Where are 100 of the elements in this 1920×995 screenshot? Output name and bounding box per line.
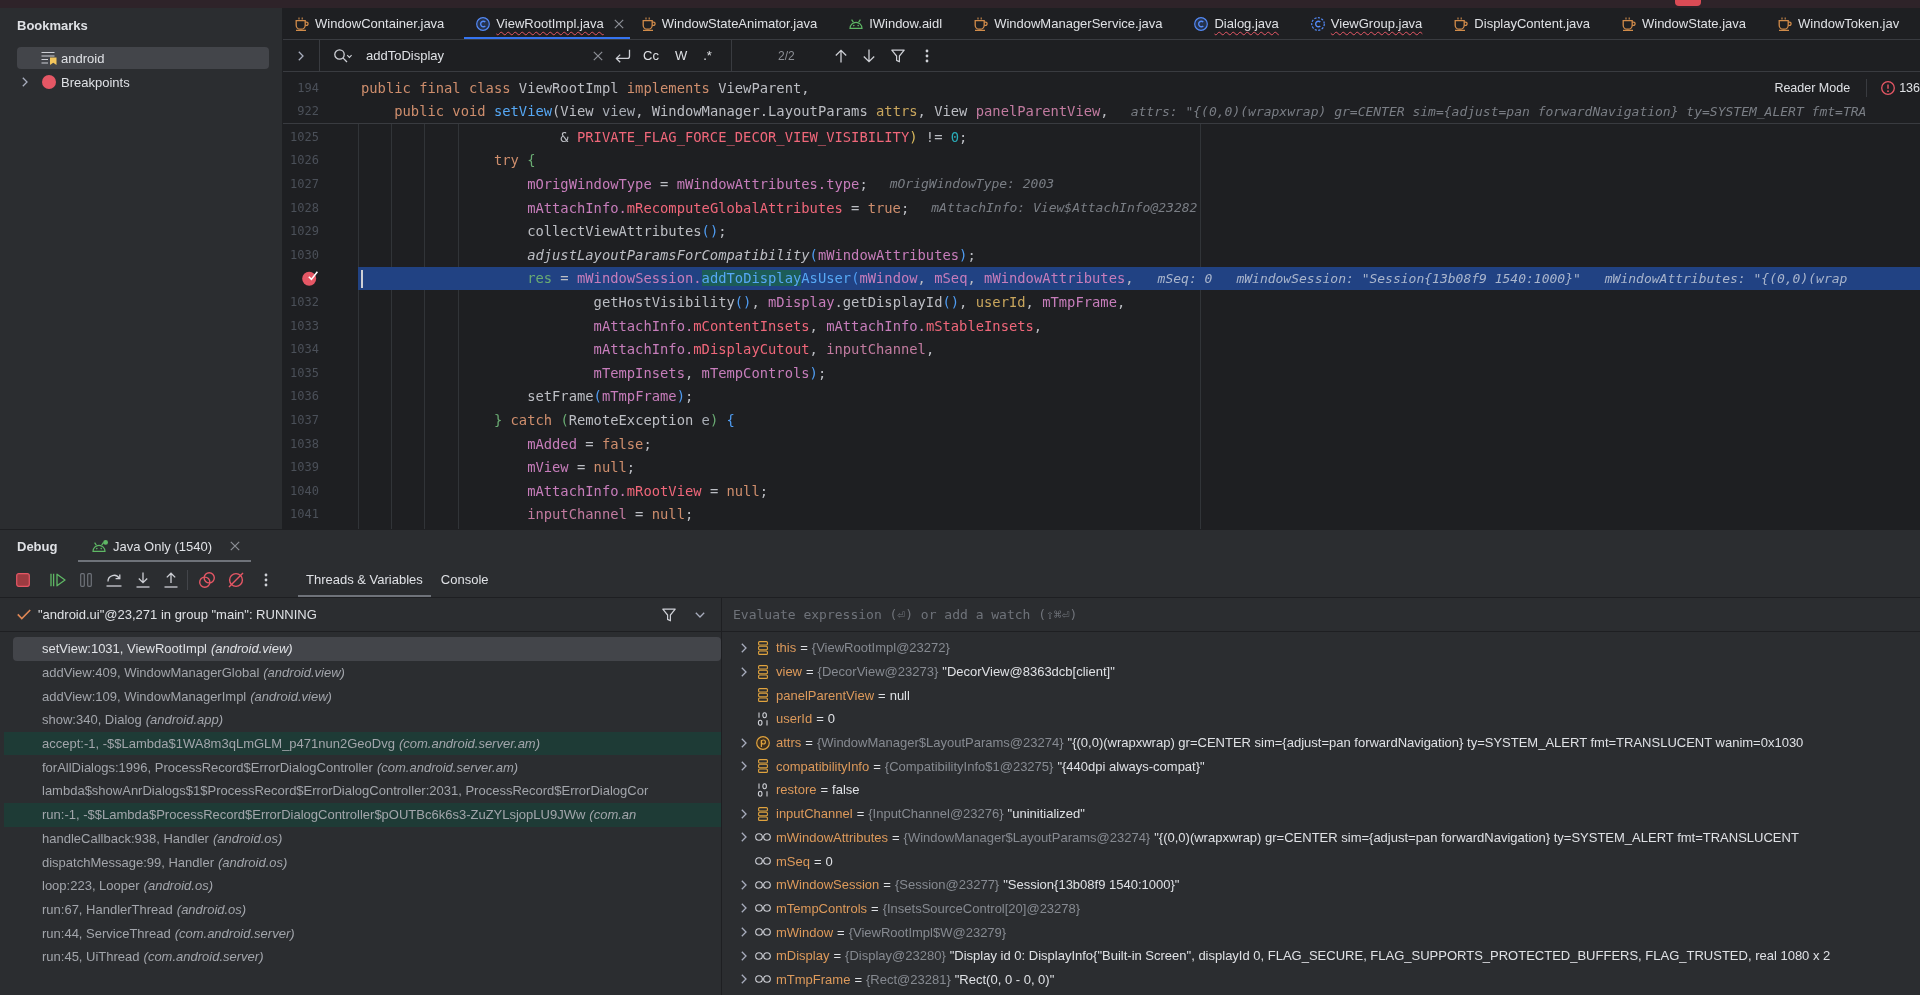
stop-icon[interactable]	[16, 572, 30, 587]
stack-frame[interactable]: accept:-1, -$$Lambda$1WA8m3qLmGLM_p471nun2GeoDvg (com.android.server.am)	[4, 731, 721, 756]
editor-tab[interactable]: Dialog.java	[1182, 8, 1299, 39]
inlay-hint: mWindowAttributes: "{(0,0)(wrap	[1604, 270, 1848, 286]
stack-frame[interactable]: handleCallback:938, Handler (android.os)	[4, 826, 721, 851]
variable-text[interactable]: mDisplay = {Display@23280} "Display id 0: DisplayInfo{"Built-in Screen", displayId 0, FLAG_SECURE, FLAG_SUPPORTS_PROTECTED_BUFFERS, FLAG_TRUSTED, real 1080 x 2	[776, 948, 1831, 964]
tree-item[interactable]: android	[17, 47, 269, 69]
play-icon[interactable]	[50, 572, 66, 587]
chevron-right-icon[interactable]	[741, 761, 747, 772]
code-line: inputChannel = null;	[526, 506, 694, 523]
chevron-right-icon[interactable]	[741, 927, 747, 938]
pause-icon[interactable]	[80, 572, 92, 587]
code-line: mView = null;	[526, 459, 636, 476]
editor-tab[interactable]: ViewGroup.java	[1298, 8, 1443, 39]
thread-status[interactable]: "android.ui"@23,271 in group "main": RUNNING	[38, 607, 317, 622]
editor-tab[interactable]: WindowContainer.java	[283, 8, 465, 39]
code-line: } catch (RemoteException e) {	[492, 411, 735, 428]
chevron-right-icon[interactable]	[298, 50, 304, 61]
stack-icon	[758, 664, 768, 679]
stack-frame[interactable]: addView:109, WindowManagerImpl (android.view)	[4, 684, 721, 709]
arrow-up-bar-icon[interactable]	[164, 571, 178, 588]
stack-frame[interactable]: run:-1, -$$Lambda$ProcessRecord$ErrorDialogController$pOUTBc6k6s3-ZuZYLsjopLU9JWw (com.an	[4, 802, 721, 827]
evaluate-field[interactable]: Evaluate expression (⏎) or add a watch (⇧⌘⏎)	[722, 598, 1920, 631]
editor-tab[interactable]: IWindow.aidl	[837, 8, 963, 39]
tree-item[interactable]: Breakpoints	[17, 71, 269, 93]
editor-tab[interactable]: WindowStateAnimator.java	[629, 8, 838, 39]
search-field[interactable]: addToDisplay	[366, 46, 588, 65]
chevron-right-icon[interactable]	[741, 832, 747, 843]
overlapping-circles-icon[interactable]	[199, 571, 215, 588]
search-icon[interactable]	[334, 48, 352, 63]
glasses-icon	[755, 880, 771, 889]
slashed-circle-icon[interactable]	[228, 571, 244, 588]
stack-frame[interactable]: run:45, UiThread (com.android.server)	[4, 944, 721, 969]
variable-text[interactable]: panelParentView = null	[776, 687, 910, 703]
glasses-icon	[755, 904, 771, 913]
exclamation-circle-icon[interactable]	[1881, 80, 1896, 95]
editor-tab[interactable]: WindowState.java	[1610, 8, 1767, 39]
close-icon[interactable]	[230, 541, 240, 551]
find-option-button[interactable]: Cc	[639, 46, 663, 65]
cup-icon	[641, 16, 656, 31]
variable-text[interactable]: this = {ViewRootImpl@23272}	[776, 640, 954, 656]
chevron-right-icon[interactable]	[741, 642, 747, 653]
variable-text[interactable]: inputChannel = {InputChannel@23276} "uninitialized"	[776, 806, 1085, 822]
variable-text[interactable]: mWindow = {ViewRootImpl$W@23279}	[776, 924, 1011, 940]
stack-frame[interactable]: loop:223, Looper (android.os)	[4, 873, 721, 898]
chevron-down-icon[interactable]	[695, 611, 705, 618]
editor-tab[interactable]: DisplayContent.java	[1442, 8, 1610, 39]
stack-frame[interactable]: run:67, HandlerThread (android.os)	[4, 897, 721, 922]
stack-frame[interactable]: lambda$showAnrDialogs$1$ProcessRecord$ErrorDialogController:2031, ProcessRecord$ErrorDialogCor	[4, 779, 721, 803]
chevron-right-icon[interactable]	[741, 737, 747, 748]
editor-tab[interactable]: WindowManagerService.java	[962, 8, 1183, 39]
chevron-right-icon[interactable]	[22, 77, 28, 87]
session-tab[interactable]: Java Only (1540)	[78, 530, 251, 562]
chevron-right-icon[interactable]	[741, 879, 747, 890]
variable-text[interactable]: compatibilityInfo = {CompatibilityInfo$1@23275} "{440dpi always-compat}"	[776, 758, 1205, 774]
stack-frame[interactable]: show:340, Dialog (android.app)	[4, 708, 721, 732]
code-line: mAttachInfo.mDisplayCutout, inputChannel,	[592, 341, 935, 358]
return-arrow-icon[interactable]	[615, 48, 631, 63]
reader-mode-button[interactable]: Reader Mode	[1770, 78, 1855, 97]
checked-dot-icon[interactable]	[302, 270, 318, 287]
chevron-right-icon[interactable]	[741, 903, 747, 914]
variable-text[interactable]: mWindowAttributes = {WindowManager$LayoutParams@23274} "{(0,0)(wrapxwrap) gr=CENTER sim={adjust=pan forwardNavigation} ty=SYSTEM_ALERT fmt=TRANSLUCENT	[776, 829, 1799, 845]
filter-icon[interactable]	[662, 607, 676, 622]
more-icon[interactable]	[924, 48, 929, 63]
cup-icon	[1778, 16, 1793, 31]
variable-text[interactable]: view = {DecorView@23273} "DecorView@8363dcb[client]"	[776, 664, 1115, 680]
filter-icon[interactable]	[890, 48, 905, 63]
more-icon[interactable]	[264, 572, 268, 587]
chevron-right-icon[interactable]	[741, 666, 747, 677]
chevron-right-icon[interactable]	[741, 808, 747, 819]
panel-title: Debug	[17, 537, 59, 556]
variable-text[interactable]: mTempControls = {InsetsSourceControl[20]@23278}	[776, 900, 1085, 916]
chevron-right-icon[interactable]	[741, 950, 747, 961]
code-line: try {	[492, 152, 536, 169]
variable-text[interactable]: userId = 0	[776, 711, 835, 727]
stack-frame[interactable]: setView:1031, ViewRootImpl (android.view)	[13, 637, 721, 661]
stack-frame[interactable]: dispatchMessage:99, Handler (android.os)	[4, 850, 721, 874]
panel-tab[interactable]: Threads & Variables	[298, 562, 431, 597]
variable-text[interactable]: mSeq = 0	[776, 853, 833, 869]
stack-icon	[758, 640, 768, 655]
close-icon[interactable]	[593, 50, 603, 61]
variable-text[interactable]: mWindowSession = {Session@23277} "Session{13b08f9 1540:1000}"	[776, 877, 1180, 893]
variable-text[interactable]: mTmpFrame = {Rect@23281} "Rect(0, 0 - 0, 0)"	[776, 971, 1055, 987]
stack-frame[interactable]: forAllDialogs:1996, ProcessRecord$ErrorDialogController (com.android.server.am)	[4, 755, 721, 780]
stack-frame[interactable]: run:44, ServiceThread (com.android.server)	[4, 921, 721, 945]
variable-text[interactable]: restore = false	[776, 782, 860, 798]
code-line: mAdded = false;	[526, 435, 652, 452]
arrow-down-bar-icon[interactable]	[136, 571, 150, 588]
find-option-button[interactable]: .*	[699, 46, 716, 65]
editor-tab[interactable]: WindowToken.jav	[1766, 8, 1920, 39]
stack-frame[interactable]: addView:409, WindowManagerGlobal (android.view)	[4, 660, 721, 685]
find-option-button[interactable]: W	[670, 46, 692, 65]
close-icon[interactable]	[613, 18, 624, 29]
chevron-right-icon[interactable]	[741, 974, 747, 985]
dot-icon	[42, 75, 56, 89]
panel-tab[interactable]: Console	[432, 562, 497, 597]
variable-text[interactable]: attrs = {WindowManager$LayoutParams@23274} "{(0,0)(wrapxwrap) gr=CENTER sim={adjust=pan forwardNavigation} ty=SYSTEM_ALERT fmt=TRANSLUCENT wanim=0x1030	[776, 735, 1804, 751]
arrow-down-icon[interactable]	[862, 48, 875, 63]
editor-tab[interactable]: ViewRootImpl.java	[464, 8, 630, 39]
arrow-up-icon[interactable]	[834, 48, 847, 63]
